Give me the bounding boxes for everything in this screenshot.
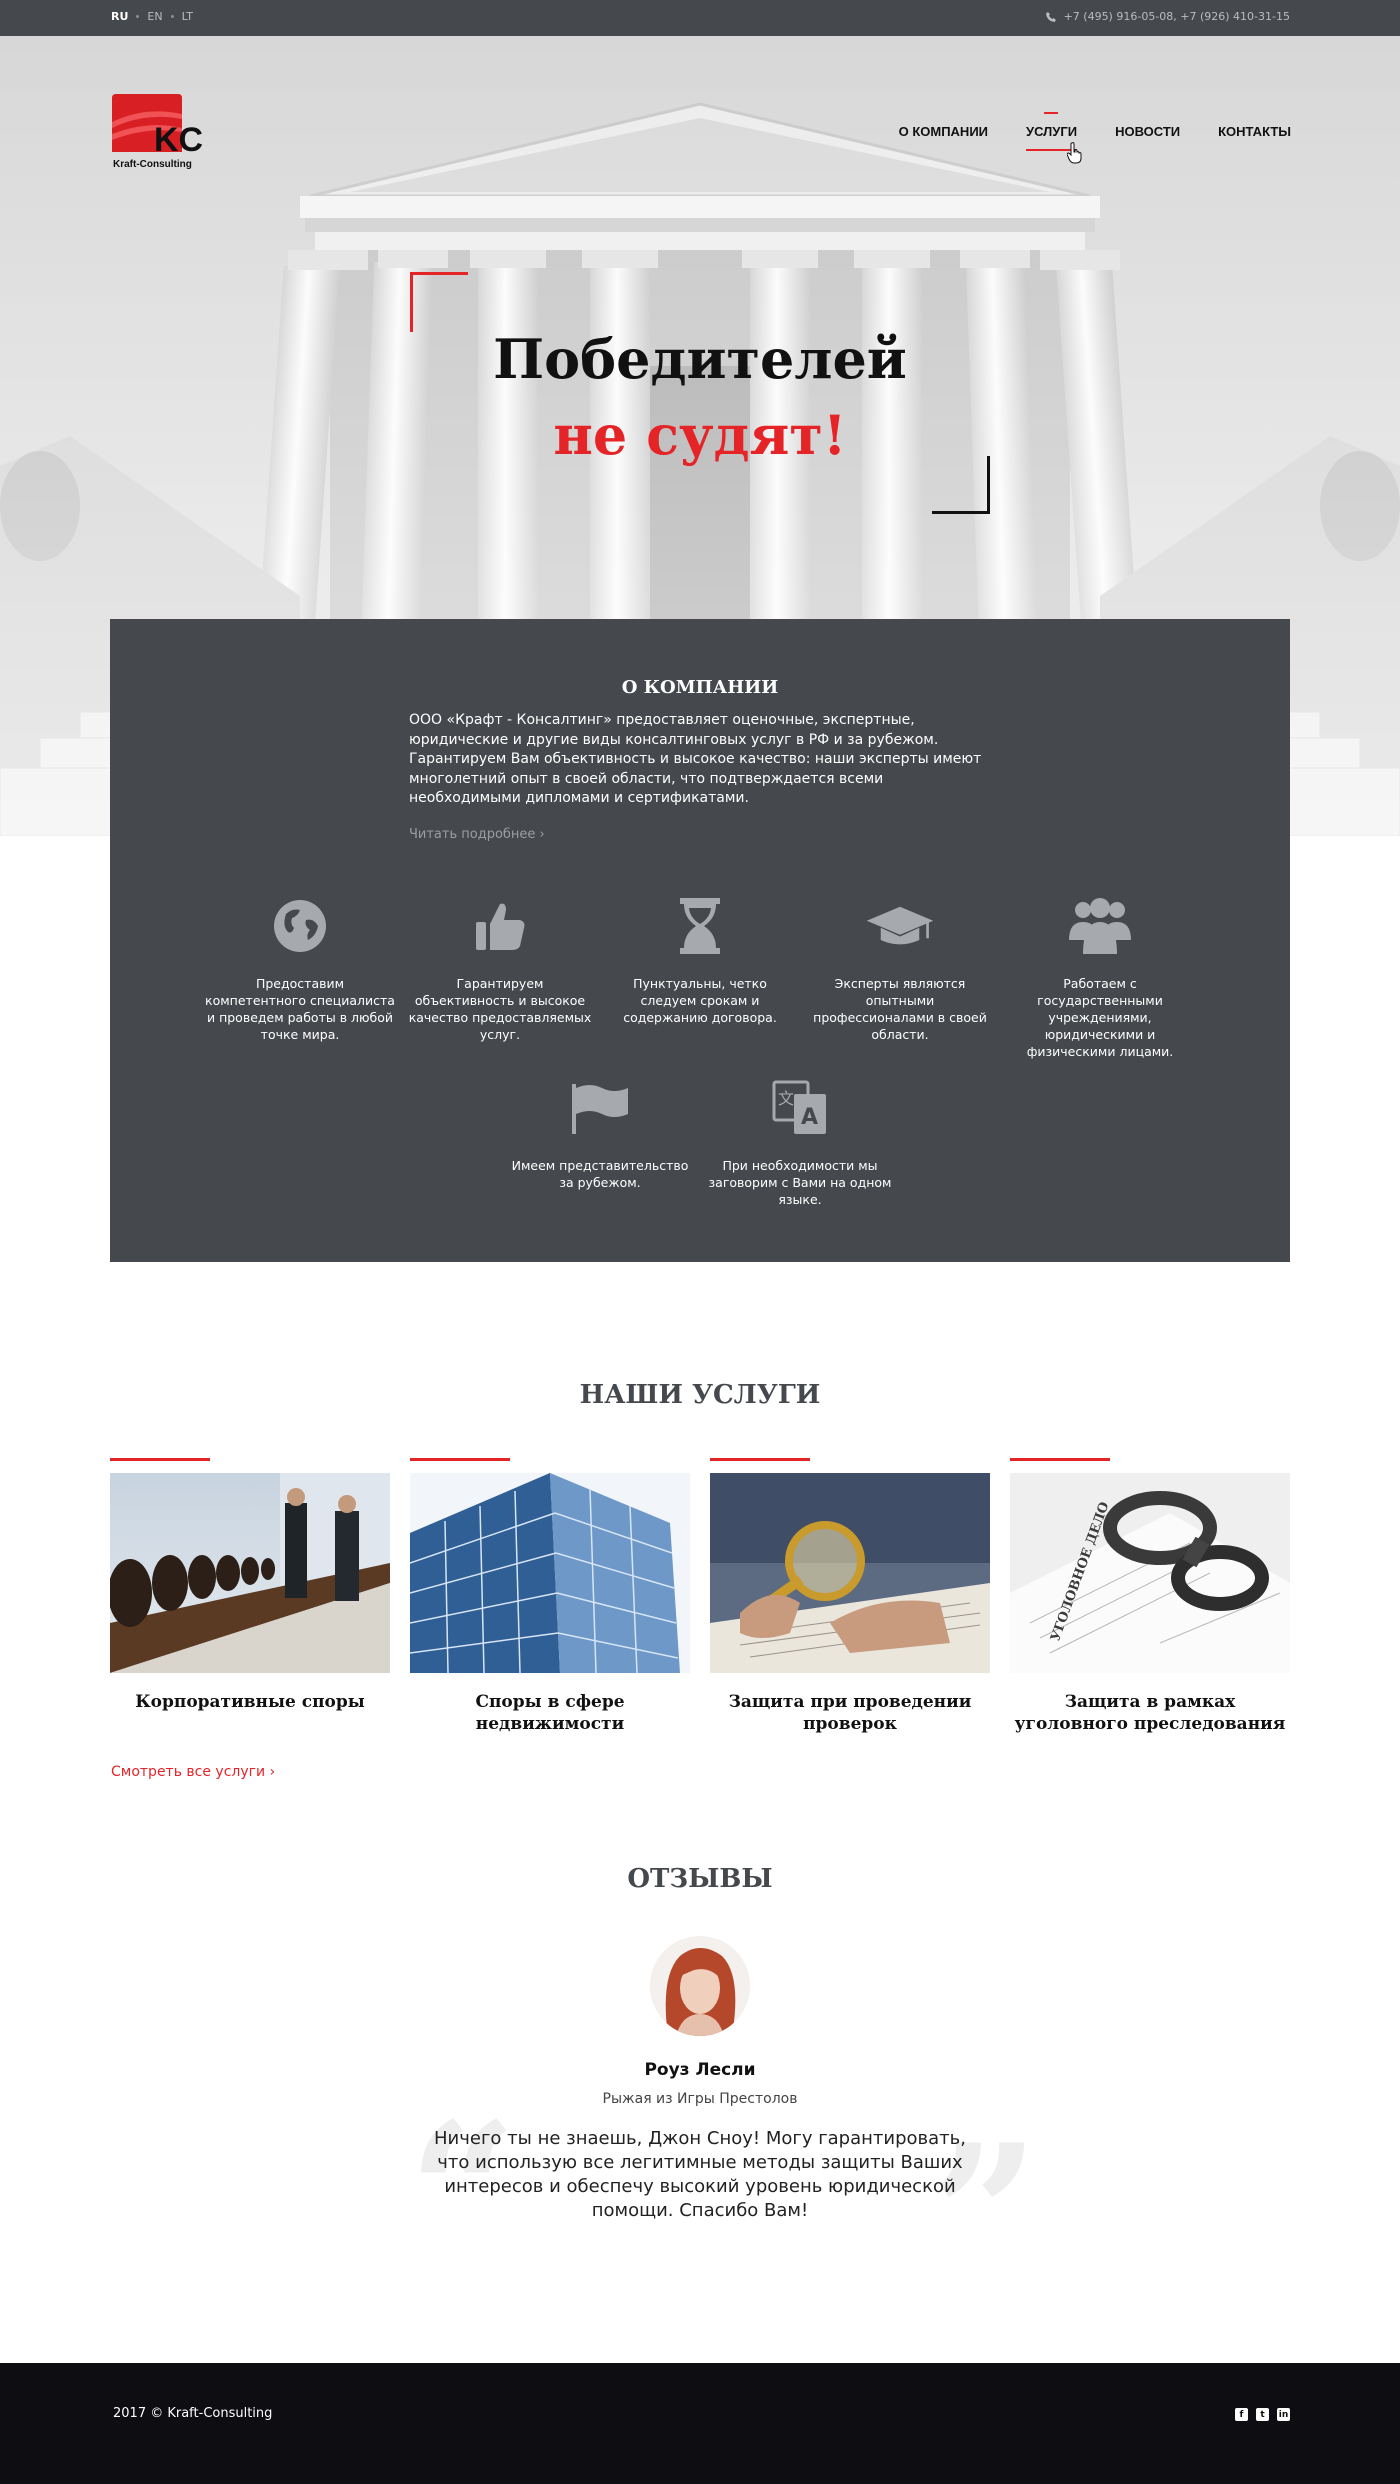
footer: 2017 © Kraft-Consulting f t in <box>0 2363 1400 2484</box>
reviews-title: ОТЗЫВЫ <box>627 1864 773 1894</box>
service-image-magnifier[interactable] <box>710 1473 990 1673</box>
service-accent-bar <box>710 1458 810 1461</box>
lang-lt[interactable]: LT <box>182 10 193 23</box>
feature-item: Гарантируем объективность и высокое каче… <box>405 891 595 1043</box>
service-image-glass-building[interactable] <box>410 1473 690 1673</box>
service-card-corporate[interactable]: Корпоративные споры <box>110 1458 390 1713</box>
service-accent-bar <box>110 1458 210 1461</box>
lang-ru[interactable]: RU <box>111 10 128 23</box>
twitter-icon[interactable]: t <box>1256 2408 1269 2421</box>
feature-item: Эксперты являются опытными профессионала… <box>805 891 995 1043</box>
hero-title-line2: не судят! <box>553 403 847 467</box>
nav-item-news[interactable]: НОВОСТИ <box>1115 124 1180 139</box>
thumbs-up-icon <box>476 903 525 950</box>
feature-text: Работаем с государственными учреждениями… <box>1026 976 1174 1059</box>
kraft-consulting-logo[interactable]: KC Kraft-Consulting <box>110 92 210 172</box>
language-switcher: RU EN LT <box>111 10 193 23</box>
service-label[interactable]: Корпоративные споры <box>110 1691 390 1713</box>
service-image-boardroom[interactable] <box>110 1473 390 1673</box>
feature-text: Эксперты являются опытными профессионала… <box>813 976 987 1042</box>
linkedin-icon[interactable]: in <box>1277 2408 1290 2421</box>
phones-text[interactable]: +7 (495) 916-05-08, +7 (926) 410-31-15 <box>1064 10 1290 23</box>
social-links: f t in <box>1235 2408 1290 2421</box>
reviewer-name: Роуз Лесли <box>644 2060 756 2080</box>
about-section: О КОМПАНИИ ООО «Крафт - Консалтинг» пред… <box>110 619 1290 1262</box>
flag-icon <box>572 1084 628 1134</box>
svg-text:文: 文 <box>778 1089 794 1108</box>
hero-title: Победителей не судят! <box>410 321 990 473</box>
service-accent-bar <box>410 1458 510 1461</box>
feature-text: Предоставим компетентного специалиста и … <box>205 976 395 1042</box>
about-description: ООО «Крафт - Консалтинг» предоставляет о… <box>409 712 982 806</box>
service-accent-bar <box>1010 1458 1110 1461</box>
nav-item-services[interactable]: УСЛУГИ <box>1026 112 1078 151</box>
feature-item: Работаем с государственными учреждениями… <box>1005 891 1195 1060</box>
service-card-criminal[interactable]: УГОЛОВНОЕ ДЕЛО Защита в рамках уголовног… <box>1010 1458 1290 1735</box>
services-title: НАШИ УСЛУГИ <box>579 1380 821 1410</box>
users-icon <box>1069 898 1131 954</box>
feature-text: При необходимости мы заговорим с Вами на… <box>708 1158 892 1207</box>
graduation-cap-icon <box>866 906 934 945</box>
service-label[interactable]: Споры в сфере недвижимости <box>410 1691 690 1735</box>
service-label[interactable]: Защита при проведении проверок <box>710 1691 990 1735</box>
feature-item: Пунктуальны, четко следуем срокам и соде… <box>605 891 795 1026</box>
feature-text: Пунктуальны, четко следуем срокам и соде… <box>623 976 777 1025</box>
all-services-link[interactable]: Смотреть все услуги › <box>111 1764 275 1780</box>
avatar <box>650 1936 750 2036</box>
globe-icon <box>274 900 326 952</box>
top-bar: RU EN LT +7 (495) 916-05-08, +7 (926) 41… <box>0 0 1400 36</box>
feature-text: Гарантируем объективность и высокое каче… <box>408 976 592 1042</box>
facebook-icon[interactable]: f <box>1235 2408 1248 2421</box>
hero-title-line1: Победителей <box>493 327 907 391</box>
service-card-real-estate[interactable]: Споры в сфере недвижимости <box>410 1458 690 1735</box>
phone-numbers: +7 (495) 916-05-08, +7 (926) 410-31-15 <box>1045 10 1290 23</box>
feature-item: A 文 При необходимости мы заговорим с Вам… <box>705 1073 895 1208</box>
logo-initials: KC <box>154 121 203 159</box>
reviewer-role: Рыжая из Игры Престолов <box>602 2091 798 2107</box>
svg-text:A: A <box>801 1105 818 1130</box>
feature-item: Имеем представительство за рубежом. <box>505 1073 695 1191</box>
read-more-link[interactable]: Читать подробнее › <box>409 827 545 842</box>
feature-item: Предоставим компетентного специалиста и … <box>205 891 395 1043</box>
about-title: О КОМПАНИИ <box>621 677 779 698</box>
hand-cursor-icon <box>1067 142 1082 164</box>
phone-icon <box>1045 11 1056 22</box>
main-nav: О КОМПАНИИ УСЛУГИ НОВОСТИ КОНТАКТЫ <box>899 112 1291 151</box>
service-card-inspections[interactable]: Защита при проведении проверок <box>710 1458 990 1735</box>
service-image-handcuffs[interactable]: УГОЛОВНОЕ ДЕЛО <box>1010 1473 1290 1673</box>
translate-icon: A 文 <box>772 1080 826 1134</box>
logo-text: Kraft-Consulting <box>113 159 192 170</box>
review-quote: Ничего ты не знаешь, Джон Сноу! Могу гар… <box>434 2128 966 2221</box>
lang-en[interactable]: EN <box>147 10 162 23</box>
copyright: 2017 © Kraft-Consulting <box>113 2406 273 2421</box>
nav-item-about[interactable]: О КОМПАНИИ <box>899 124 988 139</box>
feature-text: Имеем представительство за рубежом. <box>511 1158 689 1190</box>
hourglass-icon <box>680 898 720 954</box>
nav-item-contacts[interactable]: КОНТАКТЫ <box>1218 124 1291 139</box>
service-label[interactable]: Защита в рамках уголовного преследования <box>1010 1691 1290 1735</box>
